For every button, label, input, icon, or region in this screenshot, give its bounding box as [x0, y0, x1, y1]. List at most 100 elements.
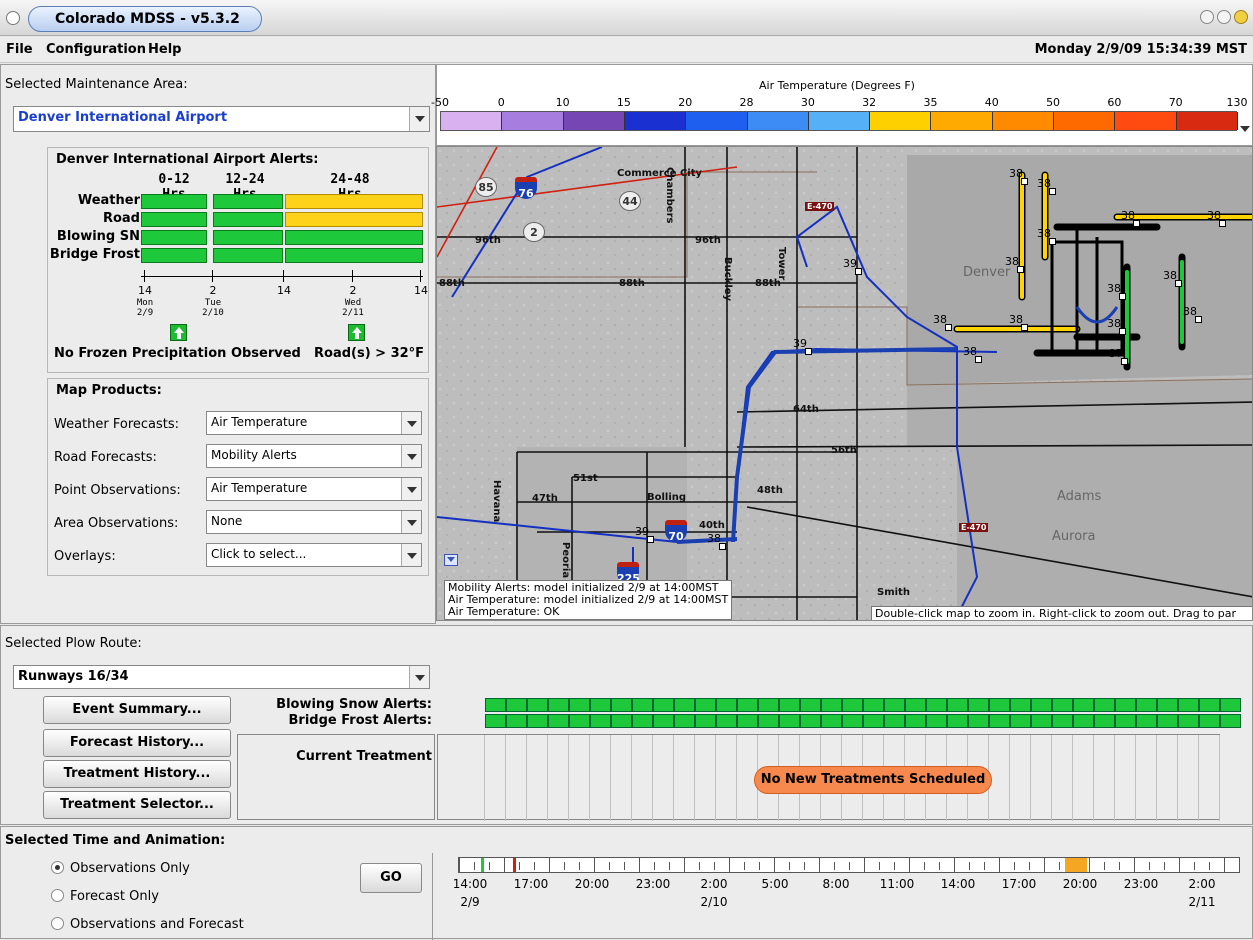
axis-hour: 2	[349, 284, 357, 297]
time-tick	[954, 858, 955, 872]
time-current-marker[interactable]	[513, 858, 516, 872]
alert-cell	[141, 248, 207, 263]
highway-shield: 70	[665, 520, 687, 543]
time-tick	[564, 862, 565, 870]
time-slider[interactable]	[458, 857, 1240, 873]
chevron-down-icon[interactable]	[401, 478, 421, 500]
zoom-icon[interactable]	[1217, 10, 1231, 24]
map-status-box: Mobility Alerts: model initialized 2/9 a…	[444, 580, 733, 620]
alert-segment	[485, 714, 506, 728]
time-tick	[1134, 858, 1135, 872]
map-place-label: 64th	[793, 404, 819, 415]
map-place-label: Aurora	[1052, 529, 1096, 544]
time-tick	[894, 862, 895, 870]
forecast-history-button[interactable]: Forecast History...	[43, 729, 231, 757]
map-product-select[interactable]: Air Temperature	[206, 411, 422, 435]
map-place-label: 96th	[695, 235, 721, 246]
map-product-select[interactable]: Click to select...	[206, 543, 422, 567]
time-tick	[729, 858, 730, 872]
treatment-tick	[1198, 735, 1199, 821]
time-tick	[609, 862, 610, 870]
alert-segment	[548, 698, 569, 712]
treatment-selector-button[interactable]: Treatment Selector...	[43, 791, 231, 819]
legend-swatch	[686, 112, 748, 130]
chevron-down-icon[interactable]	[401, 544, 421, 566]
alert-segment	[779, 714, 800, 728]
treatment-tick	[736, 735, 737, 821]
time-tick	[714, 862, 715, 870]
map-place-label: 48th	[757, 485, 783, 496]
maintenance-area-select[interactable]: Denver International Airport	[13, 106, 430, 132]
menu-configuration[interactable]: Configuration	[46, 42, 146, 57]
treatment-tick	[1051, 735, 1052, 821]
alert-segment	[968, 714, 989, 728]
map-product-select[interactable]: None	[206, 510, 422, 534]
alert-segment	[863, 714, 884, 728]
map-product-value: Mobility Alerts	[211, 448, 297, 462]
chevron-down-icon[interactable]	[401, 511, 421, 533]
temp-marker	[1021, 178, 1028, 185]
radio-icon[interactable]	[51, 889, 64, 902]
legend-chevron-down-icon[interactable]	[1240, 123, 1252, 135]
treatment-tick	[1156, 735, 1157, 821]
road-status: Road(s) > 32°F	[314, 346, 425, 361]
go-button[interactable]: GO	[360, 863, 422, 893]
time-start-marker[interactable]	[481, 858, 484, 872]
current-treatment-box: Current Treatment	[237, 734, 435, 820]
alert-segment	[653, 714, 674, 728]
expand-chevron-icon[interactable]	[444, 554, 458, 566]
maintenance-area-value: Denver International Airport	[18, 110, 228, 125]
window-menu-icon[interactable]	[6, 11, 20, 25]
time-tick	[1059, 862, 1060, 870]
highway-shield: 85	[475, 177, 497, 197]
temp-marker	[975, 356, 982, 363]
date-label: 2/9	[460, 895, 480, 909]
menu-help[interactable]: Help	[148, 42, 181, 57]
map-place-label: Smith	[877, 587, 910, 598]
time-label: 17:00	[513, 877, 549, 891]
temp-marker	[1049, 238, 1056, 245]
alert-segment	[737, 714, 758, 728]
axis-day: Mon	[136, 298, 154, 308]
map-products-box: Map Products: Weather Forecasts: Air Temp…	[47, 378, 429, 576]
treatment-tick	[1093, 735, 1094, 821]
time-tick	[579, 862, 580, 870]
treatment-tick	[1072, 735, 1073, 821]
temp-marker	[719, 543, 726, 550]
axis-date: 2/11	[342, 308, 364, 318]
time-tick	[1119, 862, 1120, 870]
temp-marker	[1017, 266, 1024, 273]
time-tick	[969, 862, 970, 870]
map-view[interactable]: Commerce City 96th 96th 88th 88th 88th 64th 56t…	[436, 146, 1253, 621]
chevron-down-icon[interactable]	[409, 666, 429, 688]
map-product-select[interactable]: Air Temperature	[206, 477, 422, 501]
radio-observations-and-forecast[interactable]: Observations and Forecast	[51, 917, 244, 932]
map-place-label: 51st	[573, 473, 598, 484]
radio-observations-only[interactable]: Observations Only	[51, 861, 190, 876]
time-tick	[654, 862, 655, 870]
radio-icon[interactable]	[51, 917, 64, 930]
chevron-down-icon[interactable]	[401, 445, 421, 467]
map-product-value: None	[211, 514, 243, 528]
chevron-down-icon[interactable]	[409, 107, 429, 131]
radio-forecast-only[interactable]: Forecast Only	[51, 889, 159, 904]
alert-segment	[1073, 698, 1094, 712]
map-product-select[interactable]: Mobility Alerts	[206, 444, 422, 468]
minimize-icon[interactable]	[1200, 10, 1214, 24]
temp-marker	[647, 536, 654, 543]
chevron-down-icon[interactable]	[401, 412, 421, 434]
close-icon[interactable]	[1234, 10, 1248, 24]
plow-route-select[interactable]: Runways 16/34	[13, 665, 430, 689]
map-place-label: E-470	[959, 523, 989, 532]
treatment-history-button[interactable]: Treatment History...	[43, 760, 231, 788]
map-products-title: Map Products:	[56, 383, 162, 398]
legend-tick-label: 10	[555, 96, 570, 109]
legend-tick-label: 70	[1168, 96, 1183, 109]
time-tick	[1089, 858, 1090, 872]
alert-segment	[779, 698, 800, 712]
event-summary-button[interactable]: Event Summary...	[43, 696, 231, 724]
menu-file[interactable]: File	[6, 42, 33, 57]
radio-selected-icon[interactable]	[51, 861, 64, 874]
current-datetime: Monday 2/9/09 15:34:39 MST	[1034, 42, 1247, 57]
map-place-label: 40th	[699, 520, 725, 531]
